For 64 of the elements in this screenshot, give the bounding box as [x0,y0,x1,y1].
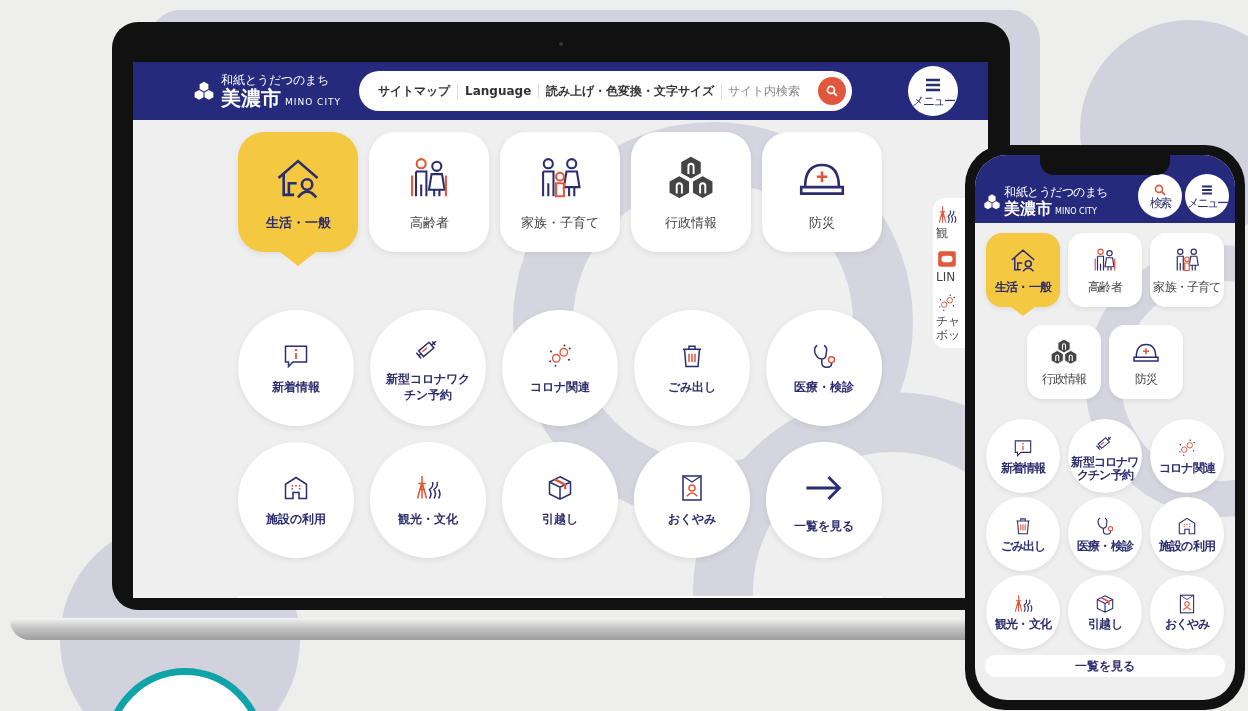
service-button[interactable]: ごみ出し [986,497,1060,571]
service-button[interactable]: 引越し [1068,575,1142,649]
category-tile[interactable]: 高齢者 [1068,233,1142,307]
site-logo-text: 美濃市 [1004,199,1052,218]
service-button[interactable]: 医療・検診 [1068,497,1142,571]
search-button[interactable] [818,77,847,105]
building-icon [1176,515,1198,537]
site-tagline: 和紙とうだつのまち [1004,185,1108,199]
search-field[interactable]: サイト内検索 [722,84,819,98]
service-button[interactable]: 引越し [502,442,618,558]
category-tile[interactable]: 家族・子育て [500,132,620,252]
stethoscope-icon [1094,515,1116,537]
service-button[interactable]: ごみ出し [634,310,750,426]
search-icon [1153,183,1167,197]
selection-pointer [1011,307,1035,316]
site-logo-subtext: MINO CITY [1055,207,1097,216]
hexagon-cluster-icon [1049,336,1079,367]
site-logo-subtext: MINO CITY [285,96,342,107]
menu-button[interactable]: メニュー [1185,174,1229,218]
view-all-button[interactable]: 一覧を見る [985,655,1225,677]
category-tile[interactable]: 防災 [1109,325,1183,399]
chat-icon [936,248,958,270]
site-logo-text: 美濃市 [221,86,281,110]
selection-pointer [280,252,316,266]
service-button[interactable]: 施設の利用 [1150,497,1224,571]
category-tile[interactable]: 生活・一般 [238,132,358,252]
virus-icon [1176,437,1198,459]
service-button[interactable]: おくやみ [634,442,750,558]
site-tagline: 和紙とうだつのまち [221,72,330,87]
category-tile[interactable]: 行政情報 [1027,325,1101,399]
logo-icon [983,192,1001,211]
speech-bubble-icon [1012,437,1034,459]
category-tile[interactable]: 生活・一般 [986,233,1060,307]
service-button[interactable]: 観光・文化 [370,442,486,558]
service-button[interactable]: 施設の利用 [238,442,354,558]
category-tile[interactable]: 行政情報 [631,132,751,252]
service-button[interactable]: おくやみ [1150,575,1224,649]
utility-link[interactable]: Language [458,84,540,98]
category-tile[interactable]: 家族・子育て [1150,233,1224,307]
service-button[interactable]: コロナ関連 [502,310,618,426]
search-button[interactable]: 検索 [1138,174,1182,218]
service-button[interactable]: 新型コロナワクチン予約 [370,310,486,426]
service-button[interactable]: 一覧を見る [766,442,882,558]
virus-icon [936,292,958,314]
box-icon [1094,593,1116,615]
logo-icon [193,80,215,102]
tower-landscape-icon [1012,593,1034,615]
service-button[interactable]: 新着情報 [238,310,354,426]
service-button[interactable]: 新着情報 [986,419,1060,493]
utility-link[interactable]: サイトマップ [371,82,459,100]
search-icon [825,84,840,98]
service-button[interactable]: 医療・検診 [766,310,882,426]
camera-dot [559,42,563,46]
menu-icon [1200,183,1214,197]
side-link[interactable]: 観 [933,204,988,240]
category-tile[interactable]: 高齢者 [369,132,489,252]
utility-link[interactable]: 読み上げ・色変換・文字サイズ [539,82,723,100]
tower-landscape-icon [936,204,958,226]
side-link[interactable]: チャ ボッ [933,292,988,342]
menu-button[interactable]: メニュー [908,66,958,116]
category-tile[interactable]: 防災 [762,132,882,252]
service-button[interactable]: 観光・文化 [986,575,1060,649]
service-button[interactable]: 新型コロナワクチン予約 [1068,419,1142,493]
service-button[interactable]: コロナ関連 [1150,419,1224,493]
